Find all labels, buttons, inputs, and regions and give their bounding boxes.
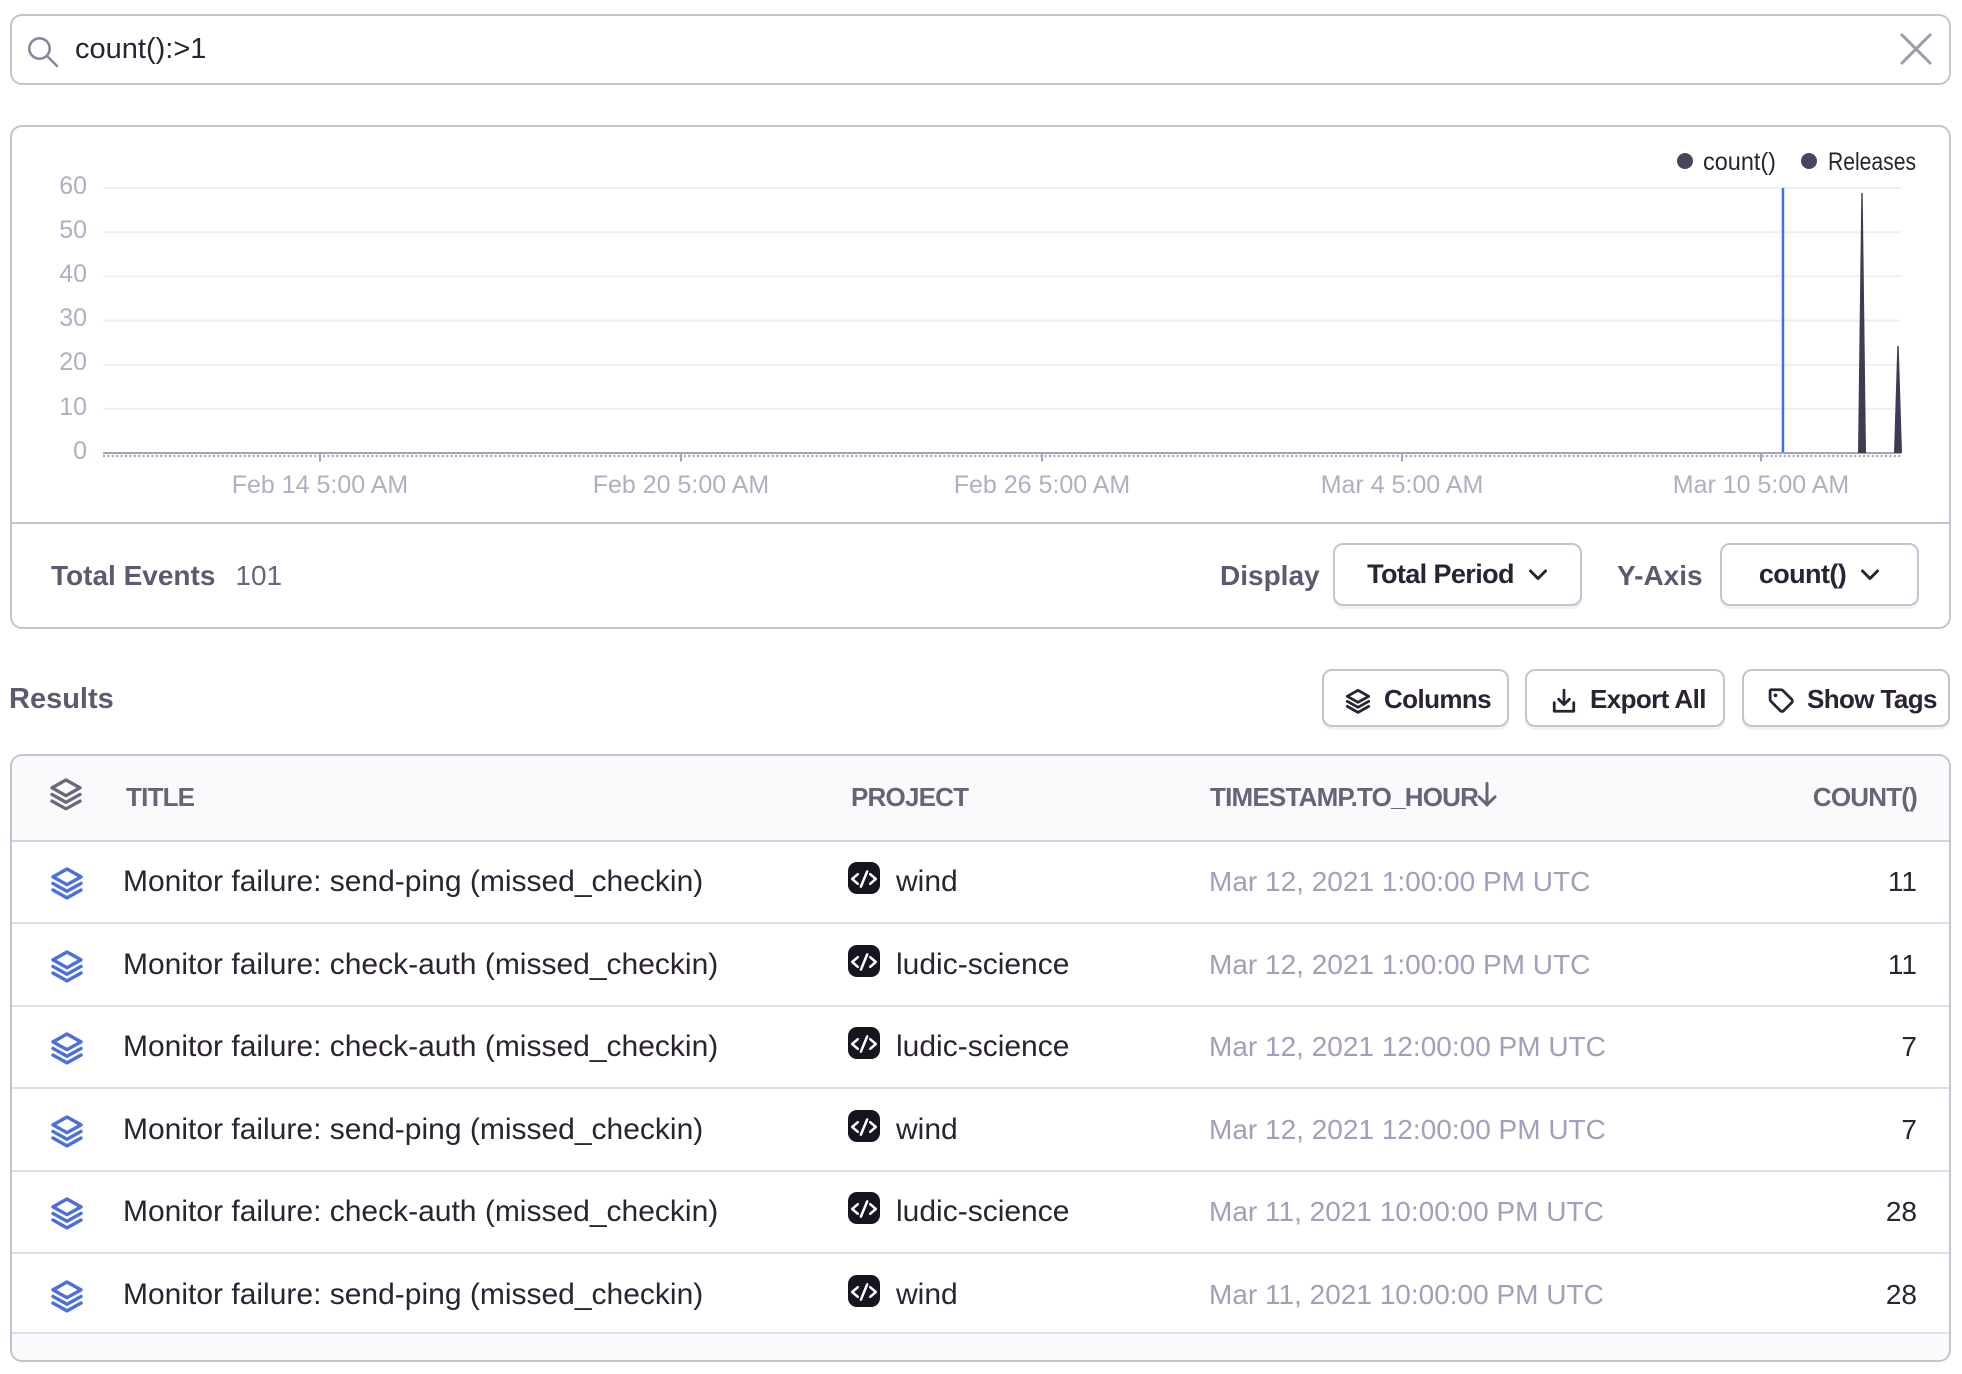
svg-text:50: 50 <box>59 216 87 244</box>
svg-text:Releases: Releases <box>1828 148 1916 176</box>
svg-text:Mar 4 5:00 AM: Mar 4 5:00 AM <box>1321 471 1484 499</box>
svg-text:Feb 20 5:00 AM: Feb 20 5:00 AM <box>593 471 770 499</box>
svg-text:20: 20 <box>59 348 87 376</box>
svg-text:0: 0 <box>73 437 87 465</box>
svg-text:30: 30 <box>59 304 87 332</box>
svg-text:40: 40 <box>59 260 87 288</box>
svg-text:Mar 10 5:00 AM: Mar 10 5:00 AM <box>1673 471 1849 499</box>
svg-text:Feb 26 5:00 AM: Feb 26 5:00 AM <box>954 471 1131 499</box>
svg-text:Feb 14 5:00 AM: Feb 14 5:00 AM <box>232 471 409 499</box>
svg-text:10: 10 <box>59 393 87 421</box>
svg-text:60: 60 <box>59 172 87 200</box>
svg-text:count(): count() <box>1703 148 1776 176</box>
